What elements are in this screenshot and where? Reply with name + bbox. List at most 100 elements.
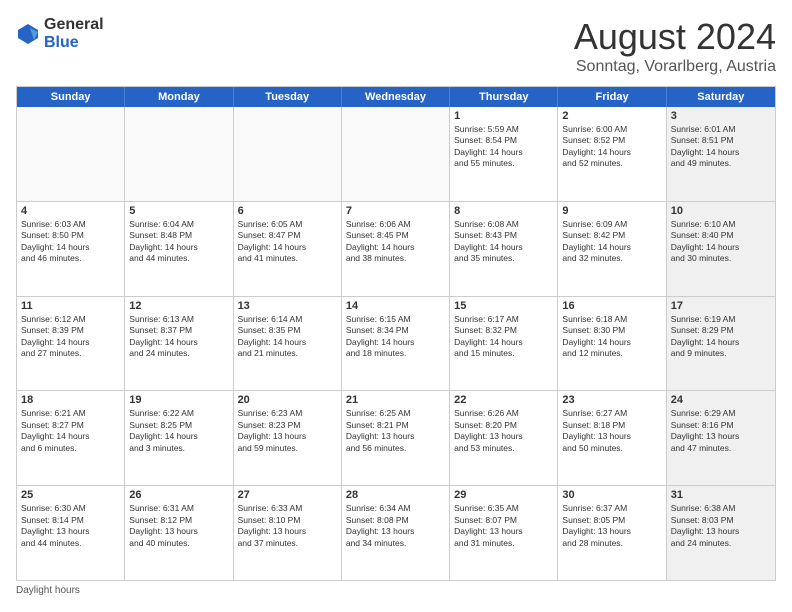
calendar-cell: 22 Sunrise: 6:26 AM Sunset: 8:20 PM Dayli… (450, 391, 558, 485)
calendar-header-cell: Wednesday (342, 87, 450, 107)
day-number: 15 (454, 300, 553, 312)
calendar-cell: 3 Sunrise: 6:01 AM Sunset: 8:51 PM Daylig… (667, 107, 775, 201)
day-info: Sunrise: 6:03 AM Sunset: 8:50 PM Dayligh… (21, 219, 120, 265)
calendar-cell: 21Sunrise: 6:25 AM Sunset: 8:21 PM Dayli… (342, 391, 450, 485)
day-info: Sunrise: 6:21 AM Sunset: 8:27 PM Dayligh… (21, 408, 120, 454)
day-info: Sunrise: 6:27 AM Sunset: 8:18 PM Dayligh… (562, 408, 661, 454)
calendar-cell: 26 Sunrise: 6:31 AM Sunset: 8:12 PM Dayli… (125, 486, 233, 580)
day-number: 1 (454, 110, 553, 122)
calendar: SundayMondayTuesdayWednesdayThursdayFrid… (16, 86, 776, 581)
day-info: Sunrise: 6:10 AM Sunset: 8:40 PM Dayligh… (671, 219, 771, 265)
day-info: Sunrise: 6:26 AM Sunset: 8:20 PM Dayligh… (454, 408, 553, 454)
day-info: Sunrise: 6:00 AM Sunset: 8:52 PM Dayligh… (562, 124, 661, 170)
calendar-week: 11 Sunrise: 6:12 AM Sunset: 8:39 PM Dayli… (17, 297, 775, 392)
calendar-cell: 23 Sunrise: 6:27 AM Sunset: 8:18 PM Dayli… (558, 391, 666, 485)
day-number: 19 (129, 394, 228, 406)
day-info: Sunrise: 6:34 AM Sunset: 8:08 PM Dayligh… (346, 503, 445, 549)
day-info: Sunrise: 6:06 AM Sunset: 8:45 PM Dayligh… (346, 219, 445, 265)
calendar-cell: 6Sunrise: 6:05 AM Sunset: 8:47 PM Daylig… (234, 202, 342, 296)
calendar-cell: 28 Sunrise: 6:34 AM Sunset: 8:08 PM Dayli… (342, 486, 450, 580)
day-info: Sunrise: 6:15 AM Sunset: 8:34 PM Dayligh… (346, 314, 445, 360)
logo: General Blue (16, 16, 104, 51)
day-number: 25 (21, 489, 120, 501)
day-number: 7 (346, 205, 445, 217)
day-number: 26 (129, 489, 228, 501)
day-number: 30 (562, 489, 661, 501)
calendar-cell: 13Sunrise: 6:14 AM Sunset: 8:35 PM Dayli… (234, 297, 342, 391)
day-number: 24 (671, 394, 771, 406)
calendar-body: 1 Sunrise: 5:59 AM Sunset: 8:54 PM Daylig… (17, 107, 775, 580)
calendar-cell: 18Sunrise: 6:21 AM Sunset: 8:27 PM Dayli… (17, 391, 125, 485)
calendar-cell: 14 Sunrise: 6:15 AM Sunset: 8:34 PM Dayli… (342, 297, 450, 391)
calendar-header-cell: Thursday (450, 87, 558, 107)
logo-icon (16, 22, 40, 46)
day-info: Sunrise: 6:23 AM Sunset: 8:23 PM Dayligh… (238, 408, 337, 454)
day-number: 20 (238, 394, 337, 406)
day-info: Sunrise: 6:25 AM Sunset: 8:21 PM Dayligh… (346, 408, 445, 454)
day-info: Sunrise: 6:05 AM Sunset: 8:47 PM Dayligh… (238, 219, 337, 265)
calendar-cell: 5Sunrise: 6:04 AM Sunset: 8:48 PM Daylig… (125, 202, 233, 296)
day-number: 11 (21, 300, 120, 312)
calendar-week: 4 Sunrise: 6:03 AM Sunset: 8:50 PM Daylig… (17, 202, 775, 297)
day-number: 2 (562, 110, 661, 122)
calendar-cell: 4 Sunrise: 6:03 AM Sunset: 8:50 PM Daylig… (17, 202, 125, 296)
page: General Blue August 2024 Sonntag, Vorarl… (0, 0, 792, 612)
calendar-cell: 7 Sunrise: 6:06 AM Sunset: 8:45 PM Daylig… (342, 202, 450, 296)
day-info: Sunrise: 6:37 AM Sunset: 8:05 PM Dayligh… (562, 503, 661, 549)
logo-general-text: General (44, 16, 104, 34)
calendar-cell: 17Sunrise: 6:19 AM Sunset: 8:29 PM Dayli… (667, 297, 775, 391)
calendar-cell (342, 107, 450, 201)
day-number: 23 (562, 394, 661, 406)
logo-text: General Blue (44, 16, 104, 51)
day-number: 14 (346, 300, 445, 312)
calendar-cell: 29 Sunrise: 6:35 AM Sunset: 8:07 PM Dayli… (450, 486, 558, 580)
day-number: 10 (671, 205, 771, 217)
calendar-week: 1 Sunrise: 5:59 AM Sunset: 8:54 PM Daylig… (17, 107, 775, 202)
day-info: Sunrise: 6:18 AM Sunset: 8:30 PM Dayligh… (562, 314, 661, 360)
day-number: 28 (346, 489, 445, 501)
calendar-cell: 16Sunrise: 6:18 AM Sunset: 8:30 PM Dayli… (558, 297, 666, 391)
calendar-cell: 8 Sunrise: 6:08 AM Sunset: 8:43 PM Daylig… (450, 202, 558, 296)
day-number: 29 (454, 489, 553, 501)
calendar-cell: 12Sunrise: 6:13 AM Sunset: 8:37 PM Dayli… (125, 297, 233, 391)
calendar-cell: 11 Sunrise: 6:12 AM Sunset: 8:39 PM Dayli… (17, 297, 125, 391)
calendar-header-cell: Friday (558, 87, 666, 107)
calendar-cell: 10 Sunrise: 6:10 AM Sunset: 8:40 PM Dayli… (667, 202, 775, 296)
calendar-cell (17, 107, 125, 201)
calendar-cell: 1 Sunrise: 5:59 AM Sunset: 8:54 PM Daylig… (450, 107, 558, 201)
day-info: Sunrise: 6:12 AM Sunset: 8:39 PM Dayligh… (21, 314, 120, 360)
day-number: 8 (454, 205, 553, 217)
calendar-week: 25Sunrise: 6:30 AM Sunset: 8:14 PM Dayli… (17, 486, 775, 580)
day-number: 22 (454, 394, 553, 406)
day-number: 9 (562, 205, 661, 217)
calendar-cell: 24 Sunrise: 6:29 AM Sunset: 8:16 PM Dayli… (667, 391, 775, 485)
calendar-cell: 9 Sunrise: 6:09 AM Sunset: 8:42 PM Daylig… (558, 202, 666, 296)
day-info: Sunrise: 6:19 AM Sunset: 8:29 PM Dayligh… (671, 314, 771, 360)
day-info: Sunrise: 6:29 AM Sunset: 8:16 PM Dayligh… (671, 408, 771, 454)
footer-note: Daylight hours (16, 585, 776, 596)
day-info: Sunrise: 6:08 AM Sunset: 8:43 PM Dayligh… (454, 219, 553, 265)
title-block: August 2024 Sonntag, Vorarlberg, Austria (574, 16, 776, 76)
subtitle: Sonntag, Vorarlberg, Austria (574, 58, 776, 76)
calendar-header: SundayMondayTuesdayWednesdayThursdayFrid… (17, 87, 775, 107)
calendar-week: 18Sunrise: 6:21 AM Sunset: 8:27 PM Dayli… (17, 391, 775, 486)
day-info: Sunrise: 6:31 AM Sunset: 8:12 PM Dayligh… (129, 503, 228, 549)
day-info: Sunrise: 6:14 AM Sunset: 8:35 PM Dayligh… (238, 314, 337, 360)
calendar-cell: 20 Sunrise: 6:23 AM Sunset: 8:23 PM Dayli… (234, 391, 342, 485)
day-info: Sunrise: 6:17 AM Sunset: 8:32 PM Dayligh… (454, 314, 553, 360)
day-number: 31 (671, 489, 771, 501)
calendar-cell: 2 Sunrise: 6:00 AM Sunset: 8:52 PM Daylig… (558, 107, 666, 201)
day-number: 12 (129, 300, 228, 312)
day-info: Sunrise: 6:09 AM Sunset: 8:42 PM Dayligh… (562, 219, 661, 265)
calendar-cell (234, 107, 342, 201)
calendar-cell: 25Sunrise: 6:30 AM Sunset: 8:14 PM Dayli… (17, 486, 125, 580)
day-number: 3 (671, 110, 771, 122)
calendar-cell: 15 Sunrise: 6:17 AM Sunset: 8:32 PM Dayli… (450, 297, 558, 391)
day-info: Sunrise: 6:35 AM Sunset: 8:07 PM Dayligh… (454, 503, 553, 549)
day-info: Sunrise: 5:59 AM Sunset: 8:54 PM Dayligh… (454, 124, 553, 170)
day-info: Sunrise: 6:01 AM Sunset: 8:51 PM Dayligh… (671, 124, 771, 170)
calendar-header-cell: Monday (125, 87, 233, 107)
day-number: 4 (21, 205, 120, 217)
main-title: August 2024 (574, 16, 776, 58)
day-number: 5 (129, 205, 228, 217)
